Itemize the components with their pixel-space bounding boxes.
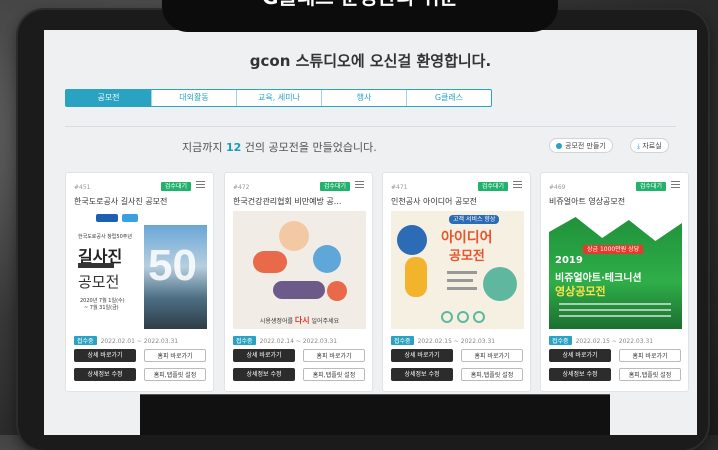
contest-card-3[interactable]: #471 검수대기 인천공사 아이디어 공모전 고객 서비스 향상 아이디어 공…	[382, 172, 531, 392]
files-button[interactable]: ⤓ 자료실	[630, 138, 669, 153]
tab-education-seminar[interactable]: 교육, 세미나	[236, 90, 321, 106]
homepage-link-button[interactable]: 홈피 바로가기	[144, 349, 206, 362]
hamburger-menu-icon[interactable]	[671, 180, 680, 189]
plus-circle-icon	[556, 143, 562, 149]
card-number: #471	[391, 184, 408, 191]
status-tag: 접수중	[74, 336, 97, 345]
overlay-title: G클래스 운영관리 쉬운	[162, 0, 558, 32]
hamburger-menu-icon[interactable]	[196, 180, 205, 189]
detail-link-button[interactable]: 상세 바로가기	[391, 349, 453, 362]
contest-poster-image[interactable]: 고객 서비스 향상 아이디어 공모전	[391, 211, 524, 329]
card-number: #472	[233, 184, 250, 191]
detail-link-button[interactable]: 상세 바로가기	[549, 349, 611, 362]
status-badge: 검수대기	[319, 182, 350, 191]
contest-dates: 접수중 2022.02.14 ~ 2022.03.31	[233, 336, 337, 345]
contest-card-4[interactable]: #469 검수대기 비쥬얼아트 영상공모전 상금 1000만원 상당 2019 …	[540, 172, 689, 392]
homepage-template-settings-button[interactable]: 홈피,탭플릿 설정	[303, 368, 365, 381]
homepage-template-settings-button[interactable]: 홈피,탭플릿 설정	[461, 368, 523, 381]
divider	[65, 126, 676, 127]
edit-details-button[interactable]: 상세정보 수정	[233, 368, 295, 381]
summary-text: 지금까지 12 건의 공모전을 만들었습니다.	[182, 141, 377, 154]
monitor-stand-base	[140, 394, 610, 435]
contest-poster-image[interactable]: 50 한국도로공사 창립50주년 길사진 공모전 2020년 7월 1일(수) …	[74, 211, 207, 329]
detail-link-button[interactable]: 상세 바로가기	[74, 349, 136, 362]
screen: gcon 스튜디오에 오신걸 환영합니다. 공모전 대외활동 교육, 세미나 행…	[44, 30, 697, 435]
tab-contest[interactable]: 공모전	[66, 90, 151, 106]
card-title: 인천공사 아이디어 공모전	[391, 197, 478, 206]
hamburger-menu-icon[interactable]	[513, 180, 522, 189]
status-badge: 검수대기	[635, 182, 666, 191]
poster-big-number: 50	[148, 241, 197, 290]
homepage-link-button[interactable]: 홈피 바로가기	[619, 349, 681, 362]
contest-card-2[interactable]: #472 검수대기 한국건강관리협회 비만예방 공... 시용생정어를 다시 일…	[224, 172, 373, 392]
card-number: #469	[549, 184, 566, 191]
page-title: gcon 스튜디오에 오신걸 환영합니다.	[249, 52, 492, 70]
card-title: 한국도로공사 길사진 공모전	[74, 197, 168, 206]
edit-details-button[interactable]: 상세정보 수정	[391, 368, 453, 381]
card-title: 비쥬얼아트 영상공모전	[549, 197, 626, 206]
tab-external-activity[interactable]: 대외활동	[151, 90, 236, 106]
download-icon: ⤓	[637, 142, 641, 150]
status-tag: 접수중	[391, 336, 414, 345]
tab-gclass[interactable]: G클래스	[406, 90, 491, 106]
create-contest-button[interactable]: 공모전 만들기	[549, 138, 613, 153]
homepage-template-settings-button[interactable]: 홈피,탭플릿 설정	[619, 368, 681, 381]
edit-details-button[interactable]: 상세정보 수정	[74, 368, 136, 381]
homepage-template-settings-button[interactable]: 홈피,탭플릿 설정	[144, 368, 206, 381]
contest-dates: 접수중 2022.02.15 ~ 2022.03.31	[391, 336, 495, 345]
poster-caption: 시용생정어를 다시 일어주세요	[259, 316, 340, 325]
tab-event[interactable]: 행사	[321, 90, 406, 106]
status-tag: 접수중	[549, 336, 572, 345]
status-tag: 접수중	[233, 336, 256, 345]
edit-details-button[interactable]: 상세정보 수정	[549, 368, 611, 381]
contest-dates: 접수중 2022.02.01 ~ 2022.03.31	[74, 336, 178, 345]
contest-poster-image[interactable]: 시용생정어를 다시 일어주세요	[233, 211, 366, 329]
hamburger-menu-icon[interactable]	[355, 180, 364, 189]
homepage-link-button[interactable]: 홈피 바로가기	[303, 349, 365, 362]
status-badge: 검수대기	[477, 182, 508, 191]
detail-link-button[interactable]: 상세 바로가기	[233, 349, 295, 362]
status-badge: 검수대기	[160, 182, 191, 191]
category-tabs: 공모전 대외활동 교육, 세미나 행사 G클래스	[65, 89, 492, 107]
contest-count: 12	[225, 141, 242, 154]
contest-card-1[interactable]: #451 검수대기 한국도로공사 길사진 공모전 50 한국도로공사 창립50주…	[65, 172, 214, 392]
homepage-link-button[interactable]: 홈피 바로가기	[461, 349, 523, 362]
contest-poster-image[interactable]: 상금 1000만원 상당 2019 비쥬얼아트·테크니션 영상공모전	[549, 211, 682, 329]
card-title: 한국건강관리협회 비만예방 공...	[233, 197, 342, 206]
card-number: #451	[74, 184, 91, 191]
contest-dates: 접수중 2022.02.15 ~ 2022.03.31	[549, 336, 653, 345]
